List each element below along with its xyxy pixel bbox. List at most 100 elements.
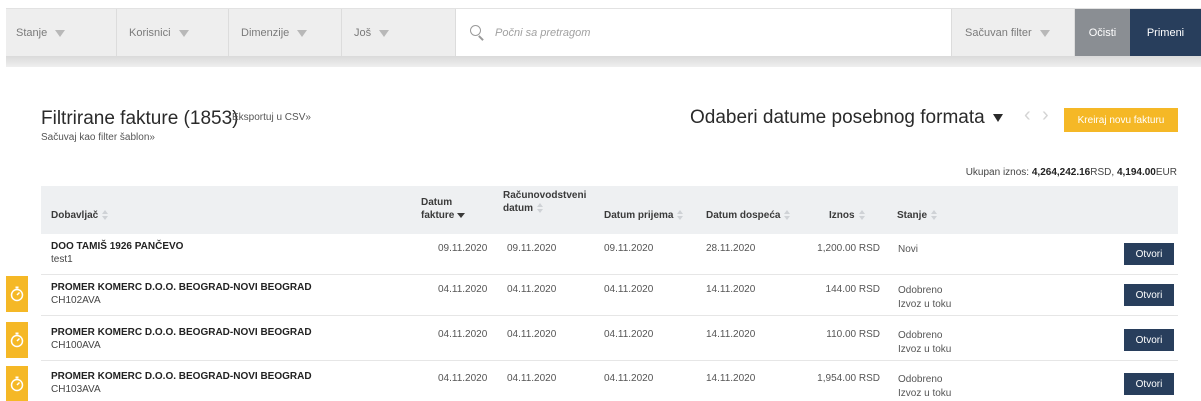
- status-secondary: Izvoz u toku: [898, 299, 952, 310]
- column-header-supplier[interactable]: Dobavljač: [51, 209, 109, 222]
- open-invoice-button[interactable]: Otvori: [1124, 329, 1174, 351]
- accounting-date: 04.11.2020: [507, 373, 557, 384]
- users-filter-dropdown[interactable]: Korisnici: [117, 9, 229, 57]
- column-header-due-date[interactable]: Datum dospeća: [706, 209, 791, 222]
- column-header-label: Iznos: [829, 210, 855, 221]
- users-filter-label: Korisnici: [129, 27, 171, 39]
- filter-bar: Stanje Korisnici Dimenzije Još Sačuvan f…: [6, 8, 1201, 57]
- table-row[interactable]: PROMER KOMERC D.O.O. BEOGRAD-NOVI BEOGRA…: [41, 320, 1178, 361]
- more-filter-label: Još: [354, 27, 372, 39]
- invoice-date: 09.11.2020: [438, 243, 488, 254]
- open-invoice-button[interactable]: Otvori: [1124, 243, 1174, 265]
- chevron-right-icon[interactable]: ›: [1042, 104, 1049, 127]
- table-row[interactable]: DOO TAMIŠ 1926 PANČEVO test1 09.11.2020 …: [41, 234, 1178, 275]
- status-secondary: Izvoz u toku: [898, 388, 952, 399]
- status-text: Novi: [898, 243, 918, 257]
- invoice-date: 04.11.2020: [438, 329, 488, 340]
- due-date: 14.11.2020: [706, 329, 756, 340]
- date-format-label: Odaberi datume posebnog formata: [690, 107, 985, 128]
- sort-icon: [930, 210, 938, 221]
- amount: 110.00 RSD: [826, 329, 880, 340]
- column-header-label: Dobavljač: [51, 210, 99, 221]
- row-flag: [6, 276, 28, 312]
- save-filter-template-link[interactable]: Sačuvaj kao filter šablon»: [41, 132, 155, 143]
- supplier-name: PROMER KOMERC D.O.O. BEOGRAD-NOVI BEOGRA…: [51, 282, 312, 293]
- saved-filter-label: Sačuvan filter: [965, 27, 1032, 39]
- total-rsd-unit: RSD,: [1090, 167, 1115, 178]
- more-filter-dropdown[interactable]: Još: [342, 9, 456, 57]
- clear-button[interactable]: Očisti: [1075, 9, 1130, 57]
- column-header-label: datum: [503, 203, 533, 214]
- amount: 1,200.00 RSD: [817, 243, 880, 254]
- supplier-name: PROMER KOMERC D.O.O. BEOGRAD-NOVI BEOGRA…: [51, 371, 312, 382]
- status-secondary: Izvoz u toku: [898, 344, 952, 355]
- column-header-accounting-date[interactable]: Računovodstveni datum: [503, 189, 586, 215]
- column-header-status[interactable]: Stanje: [897, 209, 938, 222]
- stopwatch-icon: [10, 286, 24, 302]
- due-date: 14.11.2020: [706, 284, 756, 295]
- table-header: Dobavljač Datum fakture Računovodstveni …: [41, 186, 1178, 234]
- table-row[interactable]: PROMER KOMERC D.O.O. BEOGRAD-NOVI BEOGRA…: [41, 275, 1178, 316]
- total-eur-unit: EUR: [1155, 167, 1177, 178]
- status-filter-dropdown[interactable]: Stanje: [6, 9, 117, 57]
- invoice-code: CH100AVA: [51, 340, 101, 351]
- export-csv-link[interactable]: Eksportuj u CSV»: [232, 112, 311, 123]
- supplier-name: DOO TAMIŠ 1926 PANČEVO: [51, 241, 184, 252]
- caret-down-icon: [379, 29, 390, 37]
- chevron-left-icon[interactable]: ‹: [1024, 104, 1031, 127]
- status-primary: Odobreno: [898, 330, 943, 341]
- stopwatch-icon: [10, 376, 24, 392]
- status-text: Odobreno Izvoz u toku: [898, 284, 951, 312]
- filter-bar-divider: [6, 56, 1201, 67]
- invoice-code: CH103AVA: [51, 384, 101, 395]
- table-row[interactable]: PROMER KOMERC D.O.O. BEOGRAD-NOVI BEOGRA…: [41, 364, 1178, 401]
- status-primary: Novi: [898, 244, 919, 255]
- status-primary: Odobreno: [898, 285, 943, 296]
- stopwatch-icon: [10, 332, 24, 348]
- date-format-selector[interactable]: Odaberi datume posebnog formata: [690, 107, 1003, 129]
- total-amount: Ukupan iznos: 4,264,242.16RSD, 4,194.00E…: [966, 167, 1177, 178]
- page-title: Filtrirane fakture (1853): [41, 108, 239, 129]
- amount: 144.00 RSD: [825, 284, 880, 295]
- column-header-amount[interactable]: Iznos: [829, 209, 866, 222]
- column-header-received-date[interactable]: Datum prijema: [604, 209, 684, 222]
- search-icon: [470, 25, 485, 41]
- due-date: 28.11.2020: [706, 243, 756, 254]
- row-flag: [6, 322, 28, 358]
- total-eur-value: 4,194.00: [1116, 167, 1156, 178]
- status-primary: Odobreno: [898, 374, 943, 385]
- status-filter-label: Stanje: [16, 27, 48, 39]
- status-text: Odobreno Izvoz u toku: [898, 329, 951, 357]
- invoice-code: test1: [51, 254, 73, 265]
- received-date: 04.11.2020: [604, 373, 654, 384]
- open-invoice-button[interactable]: Otvori: [1124, 373, 1174, 395]
- apply-button[interactable]: Primeni: [1130, 9, 1201, 57]
- sort-icon: [676, 210, 684, 221]
- accounting-date: 04.11.2020: [507, 329, 557, 340]
- status-text: Odobreno Izvoz u toku: [898, 373, 951, 401]
- open-invoice-button[interactable]: Otvori: [1124, 284, 1174, 306]
- invoice-date: 04.11.2020: [438, 284, 488, 295]
- supplier-name: PROMER KOMERC D.O.O. BEOGRAD-NOVI BEOGRA…: [51, 327, 312, 338]
- sort-desc-icon: [457, 212, 466, 218]
- received-date: 04.11.2020: [604, 284, 654, 295]
- column-header-label: Datum: [421, 197, 453, 208]
- caret-down-icon: [1039, 29, 1050, 37]
- dimensions-filter-dropdown[interactable]: Dimenzije: [229, 9, 342, 57]
- caret-down-icon: [178, 29, 189, 37]
- caret-down-icon: [55, 29, 66, 37]
- row-flag: [6, 366, 28, 401]
- sort-icon: [858, 210, 866, 221]
- amount: 1,954.00 RSD: [817, 373, 880, 384]
- create-invoice-button[interactable]: Kreiraj novu fakturu: [1064, 108, 1178, 132]
- search-box: [456, 9, 952, 56]
- column-header-label: Datum dospeća: [706, 210, 781, 221]
- search-input[interactable]: [495, 26, 935, 39]
- received-date: 04.11.2020: [604, 329, 654, 340]
- caret-down-icon: [297, 29, 308, 37]
- saved-filter-dropdown[interactable]: Sačuvan filter: [952, 9, 1075, 57]
- invoice-code: CH102AVA: [51, 295, 101, 306]
- column-header-invoice-date[interactable]: Datum fakture: [421, 196, 466, 222]
- column-header-label: Stanje: [897, 210, 928, 221]
- column-header-label: Računovodstveni: [503, 190, 587, 201]
